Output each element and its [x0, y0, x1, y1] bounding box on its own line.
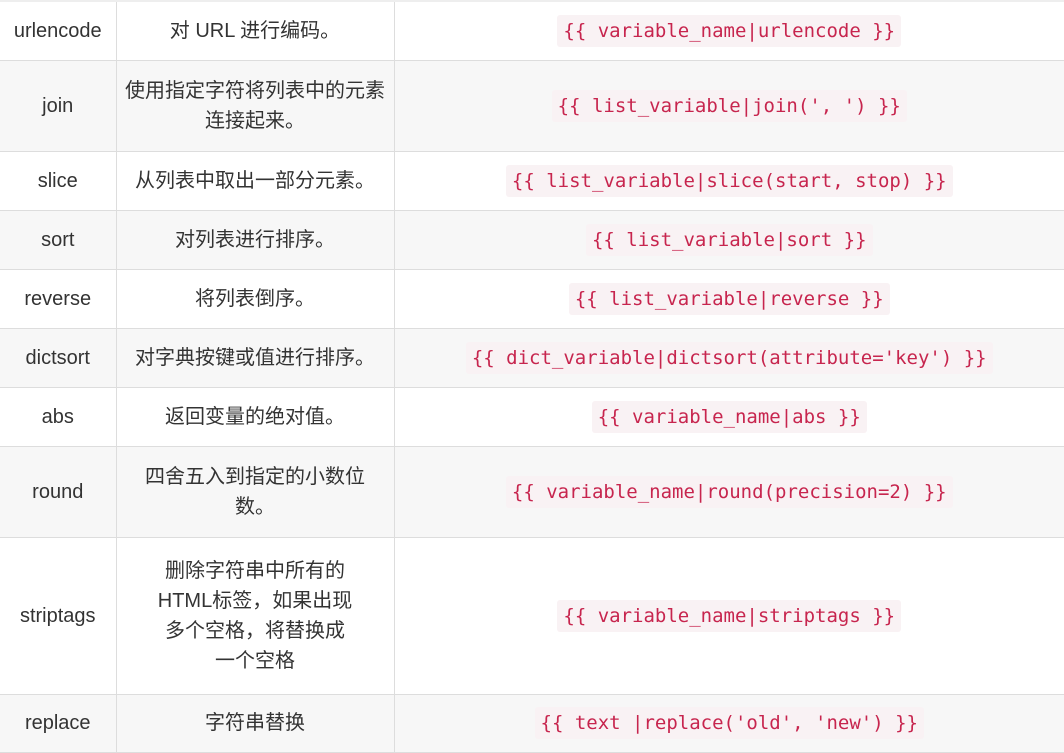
filter-example-code: {{ text |replace('old', 'new') }} [534, 707, 924, 739]
table-row: slice 从列表中取出一部分元素。 {{ list_variable|slic… [0, 151, 1064, 211]
table-row: urlencode 对 URL 进行编码。 {{ variable_name|u… [0, 2, 1064, 61]
filter-description: 对 URL 进行编码。 [116, 2, 395, 61]
filter-example-code: {{ variable_name|abs }} [591, 400, 867, 433]
filter-name: round [0, 446, 117, 538]
filter-example-code: {{ list_variable|sort }} [585, 223, 873, 256]
filter-name: reverse [0, 269, 117, 329]
table-row: striptags 删除字符串中所有的HTML标签，如果出现多个空格，将替换成一… [0, 537, 1064, 695]
filter-name: striptags [0, 537, 117, 695]
filter-name: urlencode [0, 2, 117, 61]
filter-example-code: {{ variable_name|striptags }} [557, 599, 902, 632]
filter-example-code: {{ variable_name|round(precision=2) }} [505, 475, 953, 508]
filter-name: sort [0, 210, 117, 270]
filter-example-code: {{ variable_name|urlencode }} [557, 14, 902, 47]
filter-example-code: {{ dict_variable|dictsort(attribute='key… [465, 341, 993, 374]
filter-description: 对字典按键或值进行排序。 [116, 328, 395, 388]
table-row: reverse 将列表倒序。 {{ list_variable|reverse … [0, 269, 1064, 329]
filter-description: 对列表进行排序。 [116, 210, 395, 270]
filter-name: dictsort [0, 328, 117, 388]
table-row: abs 返回变量的绝对值。 {{ variable_name|abs }} [0, 387, 1064, 447]
filter-description: 从列表中取出一部分元素。 [116, 151, 395, 211]
filter-description: 删除字符串中所有的HTML标签，如果出现多个空格，将替换成一个空格 [116, 537, 395, 695]
table-row: round 四舍五入到指定的小数位数。 {{ variable_name|rou… [0, 446, 1064, 538]
filter-description: 字符串替换 [116, 694, 395, 753]
filter-name: join [0, 60, 117, 152]
filter-name: replace [0, 694, 117, 753]
table-row: replace 字符串替换 {{ text |replace('old', 'n… [0, 694, 1064, 753]
filter-name: abs [0, 387, 117, 447]
filter-description: 返回变量的绝对值。 [116, 387, 395, 447]
filter-description: 四舍五入到指定的小数位数。 [116, 446, 395, 538]
filter-example-code: {{ list_variable|reverse }} [568, 282, 890, 315]
filter-example-code: {{ list_variable|slice(start, stop) }} [505, 164, 953, 197]
filter-description: 将列表倒序。 [116, 269, 395, 329]
table-row: dictsort 对字典按键或值进行排序。 {{ dict_variable|d… [0, 328, 1064, 388]
filter-description: 使用指定字符将列表中的元素连接起来。 [116, 60, 395, 152]
filter-example-code: {{ list_variable|join(', ') }} [551, 89, 907, 122]
table-row: join 使用指定字符将列表中的元素连接起来。 {{ list_variable… [0, 60, 1064, 152]
filter-name: slice [0, 151, 117, 211]
filters-table: urlencode 对 URL 进行编码。 {{ variable_name|u… [0, 2, 1064, 753]
table-row: sort 对列表进行排序。 {{ list_variable|sort }} [0, 210, 1064, 270]
